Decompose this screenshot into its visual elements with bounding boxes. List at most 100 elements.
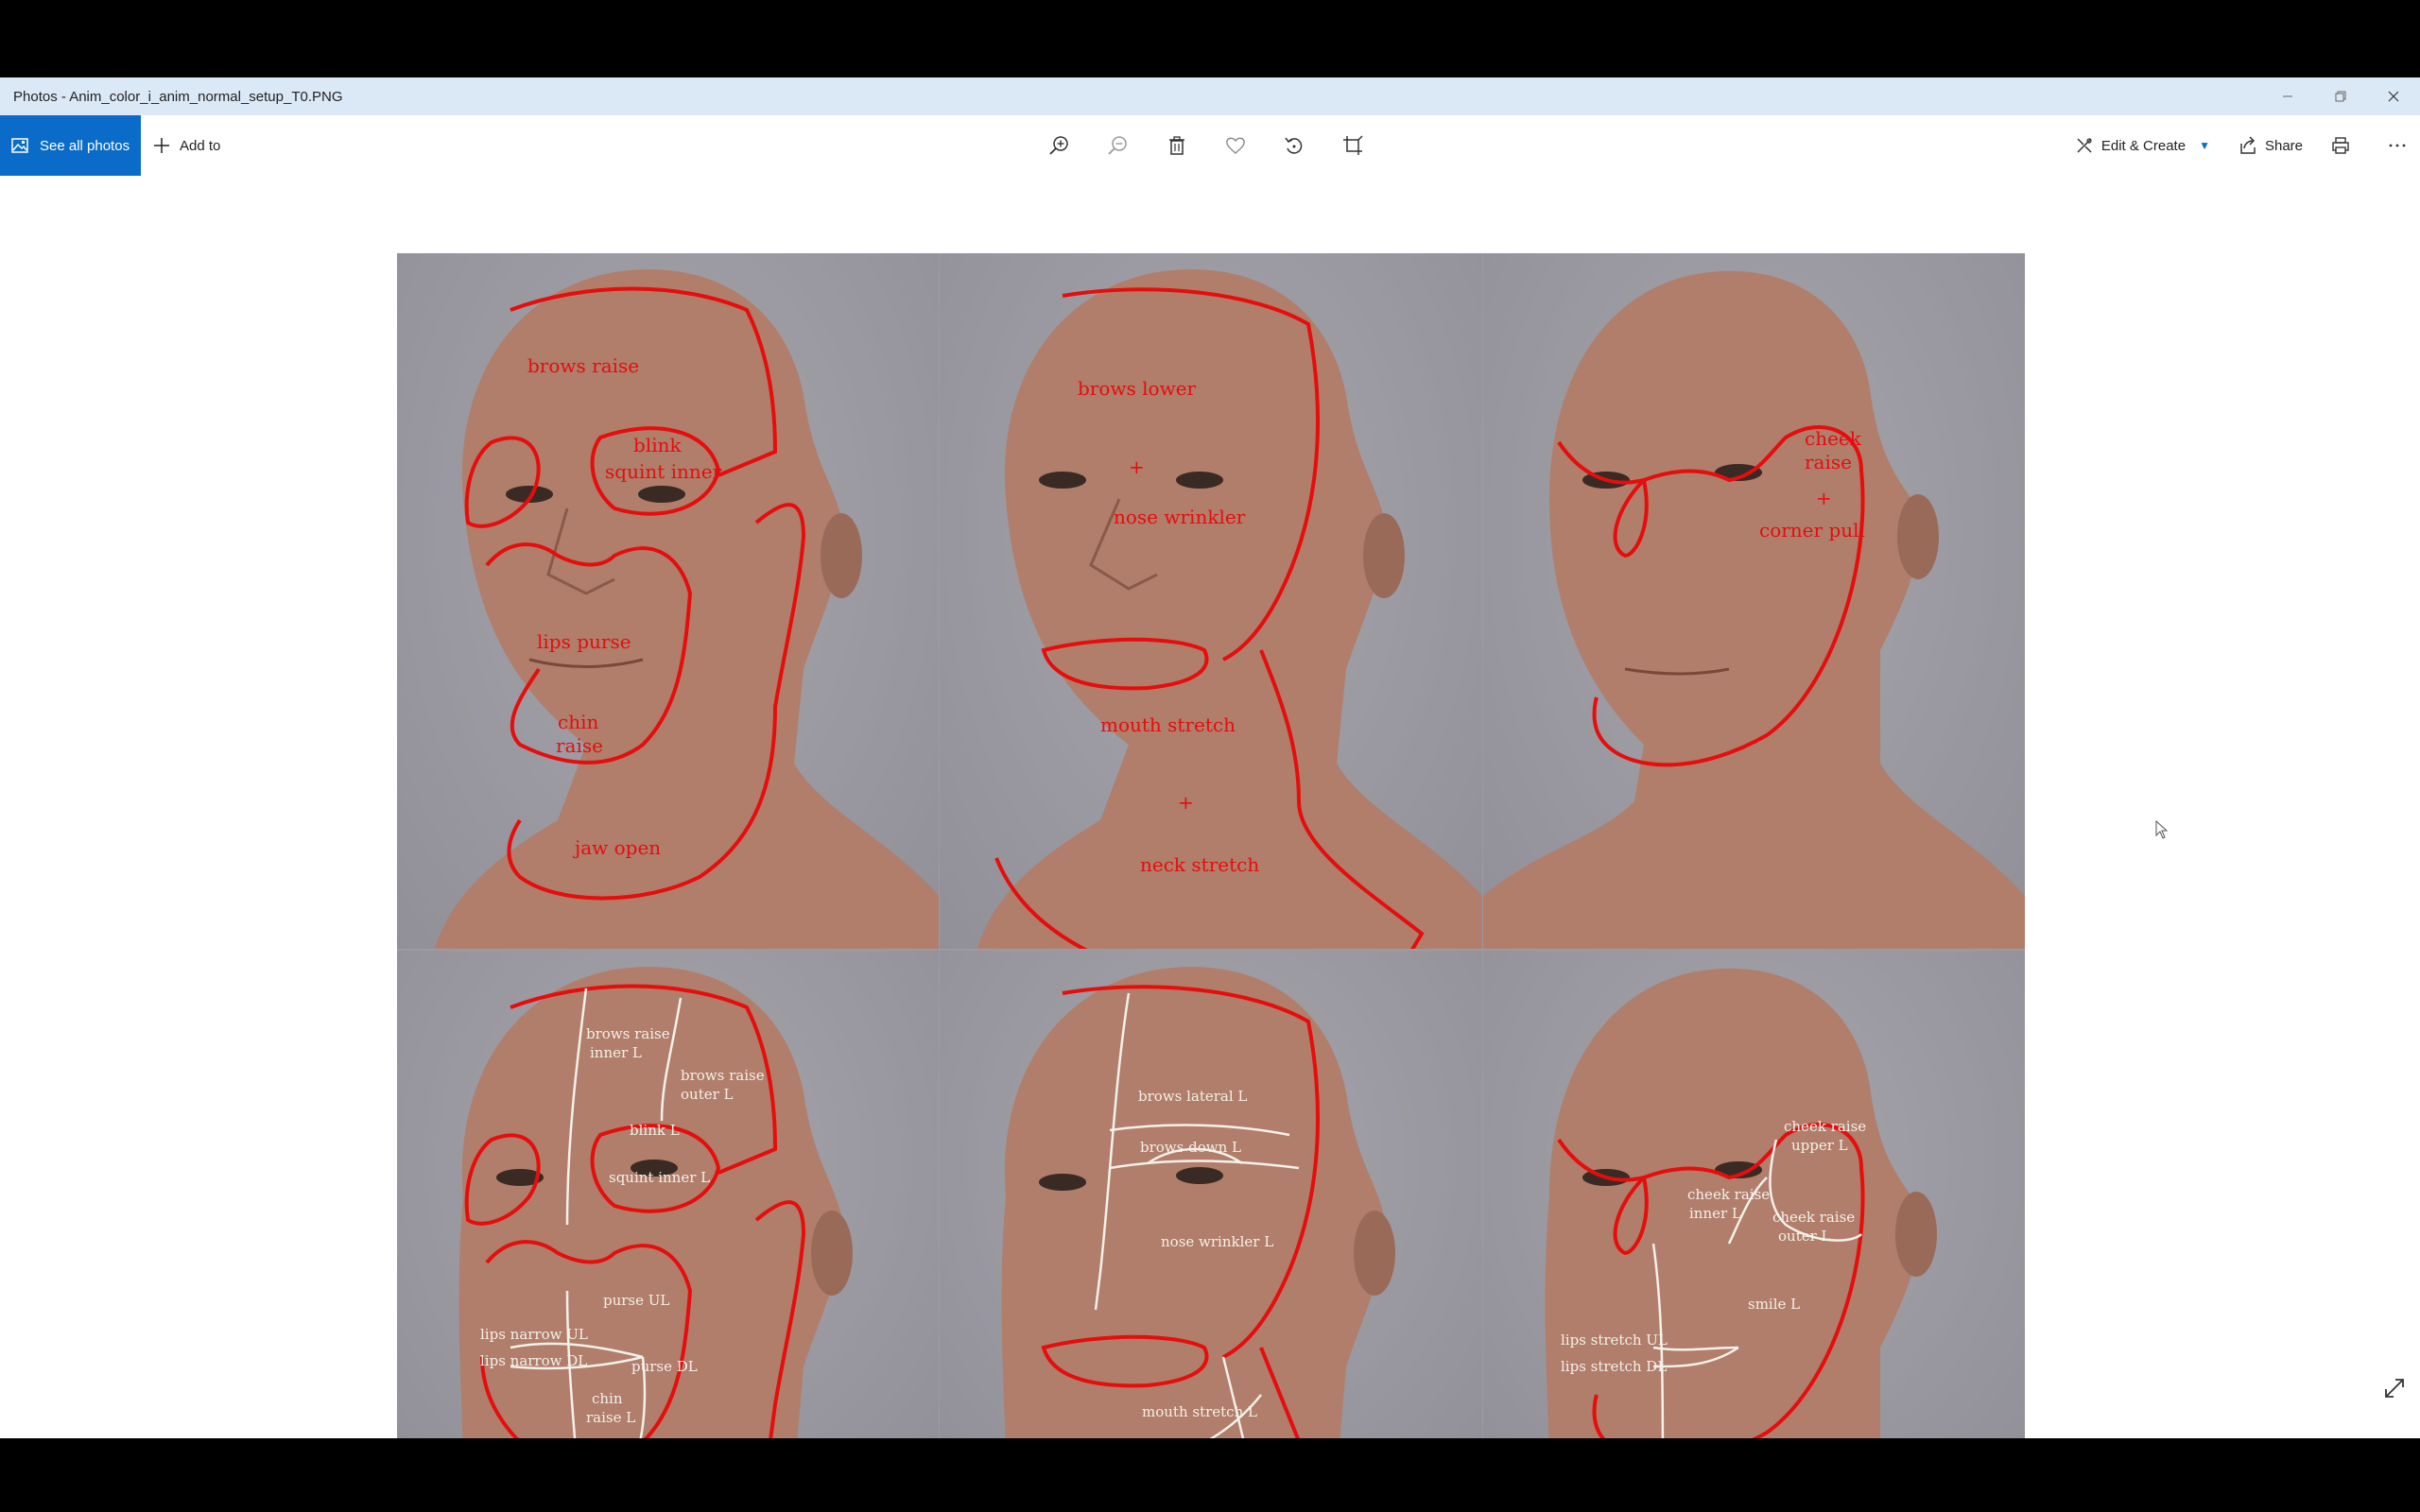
plus-icon bbox=[154, 138, 169, 153]
label-smile-l: smile L bbox=[1748, 1296, 1801, 1313]
restore-icon bbox=[2335, 91, 2346, 102]
edit-create-label: Edit & Create bbox=[2100, 137, 2187, 154]
see-all-photos-label: See all photos bbox=[40, 137, 130, 154]
rotate-button[interactable] bbox=[1282, 133, 1306, 158]
minimize-icon bbox=[2283, 95, 2292, 97]
panel-bottom-right: cheek raise upper L cheek raise inner L … bbox=[1483, 951, 2025, 1476]
letterbox-top bbox=[0, 0, 2420, 77]
label-cheek: cheek bbox=[1805, 427, 1861, 450]
displayed-image[interactable]: brows raise blink squint inner lips purs… bbox=[397, 253, 2025, 1476]
delete-icon bbox=[1169, 136, 1184, 155]
more-options-button[interactable] bbox=[2388, 136, 2407, 155]
print-button[interactable] bbox=[2331, 136, 2350, 155]
window-controls bbox=[2261, 77, 2420, 115]
label-plus-marker-1: + bbox=[1129, 455, 1145, 478]
title-bar: Photos - Anim_color_i_anim_normal_setup_… bbox=[0, 77, 2420, 115]
label-cheek-raise-upper-2: upper L bbox=[1791, 1137, 1848, 1154]
panel-top-right: cheek raise + corner pull bbox=[1483, 253, 2025, 949]
edit-create-button[interactable]: Edit & Create ▼ bbox=[2075, 136, 2210, 155]
photo-viewer: brows raise blink squint inner lips purs… bbox=[0, 176, 2420, 1476]
add-to-label: Add to bbox=[180, 137, 221, 154]
favorite-icon bbox=[1226, 137, 1245, 154]
photos-window: Photos - Anim_color_i_anim_normal_setup_… bbox=[0, 77, 2420, 1476]
label-cheek-raise-outer-1: cheek raise bbox=[1772, 1209, 1856, 1226]
label-corner-pull: corner pull bbox=[1759, 519, 1865, 541]
share-icon bbox=[2240, 136, 2256, 154]
panel-top-center: brows lower + nose wrinkler mouth stretc… bbox=[940, 253, 1482, 949]
toolbar: See all photos Add to Edit & Create ▼ Sh… bbox=[0, 115, 2420, 176]
label-chin-l: chin bbox=[592, 1390, 623, 1407]
label-lips-narrow-dl: lips narrow DL bbox=[480, 1352, 588, 1369]
window-title: Photos - Anim_color_i_anim_normal_setup_… bbox=[13, 88, 343, 105]
label-brows-lateral-l: brows lateral L bbox=[1138, 1088, 1248, 1105]
share-button[interactable]: Share bbox=[2238, 136, 2303, 155]
panel-bottom-left: brows raise inner L brows raise outer L … bbox=[397, 951, 939, 1476]
letterbox-bottom bbox=[0, 1438, 2420, 1512]
close-icon bbox=[2388, 91, 2399, 102]
delete-button[interactable] bbox=[1165, 133, 1189, 158]
label-jaw-open: jaw open bbox=[575, 836, 662, 859]
face-render-bottom-center bbox=[1001, 967, 1395, 1476]
close-button[interactable] bbox=[2367, 77, 2420, 115]
print-icon bbox=[2332, 137, 2349, 154]
crop-button[interactable] bbox=[1340, 133, 1365, 158]
label-cheek-raise-inner-1: cheek raise bbox=[1687, 1186, 1771, 1203]
label-lips-narrow-ul: lips narrow UL bbox=[480, 1326, 588, 1343]
label-cheek-raise-inner-2: inner L bbox=[1689, 1205, 1741, 1222]
share-label: Share bbox=[2264, 137, 2303, 154]
fullscreen-icon[interactable] bbox=[2382, 1376, 2407, 1400]
zoom-out-button[interactable] bbox=[1106, 133, 1131, 158]
label-plus-marker-2: + bbox=[1178, 791, 1194, 814]
label-nose-wrinkler: nose wrinkler bbox=[1114, 506, 1246, 528]
add-to-button[interactable]: Add to bbox=[153, 115, 220, 176]
restore-button[interactable] bbox=[2314, 77, 2367, 115]
zoom-in-button[interactable] bbox=[1047, 133, 1072, 158]
rotate-icon bbox=[1285, 137, 1303, 154]
label-squint-inner-l: squint inner L bbox=[609, 1169, 711, 1186]
panel-top-left: brows raise blink squint inner lips purs… bbox=[397, 253, 939, 949]
favorite-button[interactable] bbox=[1223, 133, 1248, 158]
photos-icon bbox=[11, 138, 28, 153]
label-brows-down-l: brows down L bbox=[1140, 1139, 1241, 1156]
edit-create-icon bbox=[2077, 138, 2092, 153]
label-raise-l: raise L bbox=[586, 1409, 636, 1426]
right-tools: Edit & Create ▼ Share bbox=[2075, 115, 2420, 176]
panel-bottom-center: brows lateral L brows down L nose wrinkl… bbox=[940, 951, 1482, 1476]
face-render-top-left bbox=[435, 269, 939, 949]
label-brows-raise-outer-2: outer L bbox=[681, 1086, 734, 1103]
crop-icon bbox=[1343, 135, 1363, 155]
label-lips-stretch-ul: lips stretch UL bbox=[1561, 1332, 1668, 1349]
face-render-bottom-right bbox=[1545, 968, 1937, 1476]
label-squint-inner: squint inner bbox=[605, 460, 722, 483]
label-cheek-raise-outer-2: outer L bbox=[1778, 1228, 1831, 1245]
center-tools bbox=[1047, 115, 1365, 176]
label-brows-raise-inner-2: inner L bbox=[590, 1044, 642, 1061]
label-blink-l: blink L bbox=[630, 1122, 680, 1139]
label-cheek-raise-upper-1: cheek raise bbox=[1784, 1118, 1867, 1135]
label-mouth-stretch: mouth stretch bbox=[1100, 713, 1236, 736]
label-purse-ul: purse UL bbox=[603, 1292, 670, 1309]
label-chin: chin bbox=[558, 711, 599, 733]
chevron-down-icon: ▼ bbox=[2199, 139, 2210, 152]
zoom-in-icon bbox=[1049, 136, 1068, 155]
label-brows-lower: brows lower bbox=[1078, 377, 1197, 400]
label-plus-marker-3: + bbox=[1816, 487, 1832, 509]
see-all-photos-button[interactable]: See all photos bbox=[0, 115, 141, 176]
zoom-out-icon bbox=[1108, 136, 1127, 155]
minimize-button[interactable] bbox=[2261, 77, 2314, 115]
label-lips-purse: lips purse bbox=[537, 630, 631, 653]
label-raise: raise bbox=[556, 734, 603, 757]
label-nose-wrinkler-l: nose wrinkler L bbox=[1161, 1233, 1274, 1250]
label-brows-raise-outer-1: brows raise bbox=[681, 1067, 765, 1084]
label-purse-dl: purse DL bbox=[631, 1358, 698, 1375]
label-lips-stretch-dl: lips stretch DL bbox=[1561, 1358, 1668, 1375]
face-render-top-right bbox=[1483, 270, 2025, 949]
label-blink: blink bbox=[633, 434, 682, 456]
label-raise-cheek: raise bbox=[1805, 451, 1852, 473]
label-neck-stretch: neck stretch bbox=[1140, 853, 1260, 876]
mouse-cursor-icon bbox=[2155, 820, 2169, 839]
label-mouth-stretch-l: mouth stretch L bbox=[1142, 1403, 1257, 1420]
face-render-top-center bbox=[977, 269, 1482, 949]
label-brows-raise: brows raise bbox=[527, 354, 640, 377]
label-brows-raise-inner-1: brows raise bbox=[586, 1025, 670, 1042]
